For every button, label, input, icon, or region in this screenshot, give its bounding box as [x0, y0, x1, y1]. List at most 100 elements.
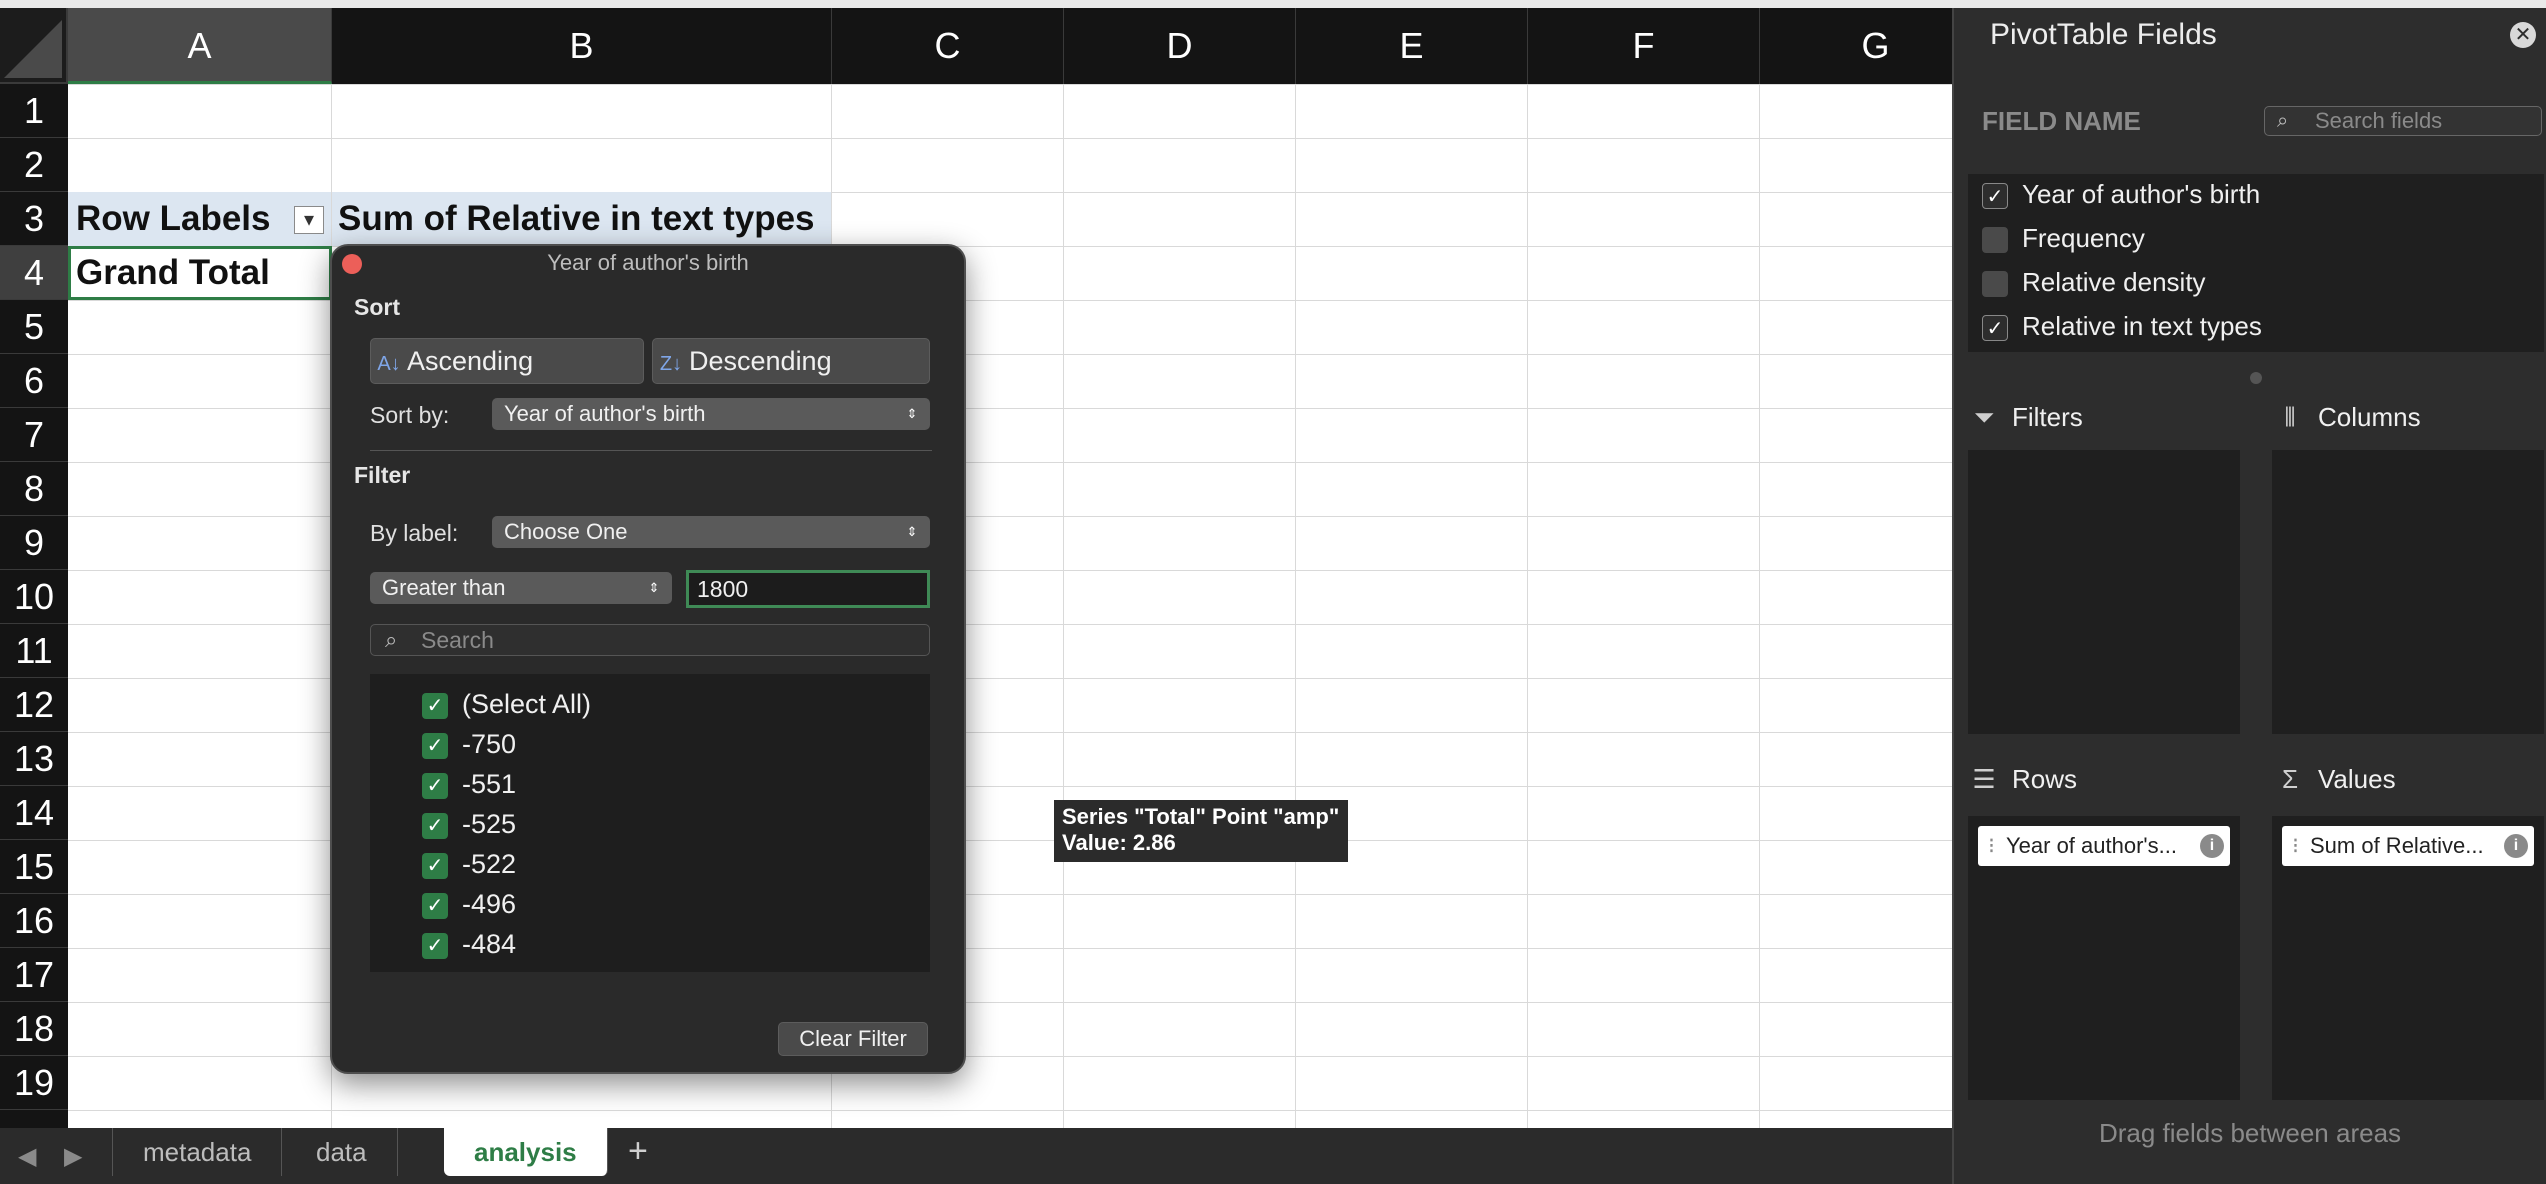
checkbox-checked-icon[interactable]: ✓: [1982, 183, 2008, 210]
row-header[interactable]: 16: [0, 894, 68, 948]
by-label-label: By label:: [370, 520, 459, 546]
checkbox-checked-icon[interactable]: ✓: [422, 932, 448, 959]
sheet-tab-metadata[interactable]: metadata: [112, 1128, 283, 1176]
row-header[interactable]: 3: [0, 192, 68, 246]
column-header-b[interactable]: B: [332, 8, 832, 84]
sort-by-select[interactable]: Year of author's birth ⇕: [492, 398, 930, 430]
condition-value-input[interactable]: 1800: [686, 570, 930, 608]
checkbox-checked-icon[interactable]: ✓: [422, 732, 448, 759]
values-label-text: Values: [2318, 764, 2396, 794]
row-header[interactable]: 15: [0, 840, 68, 894]
drag-handle-icon[interactable]: ⁝: [2292, 826, 2299, 866]
row-header[interactable]: 19: [0, 1056, 68, 1110]
window-top-strip: [0, 0, 2546, 8]
drag-handle-icon[interactable]: ⁝: [1988, 826, 1995, 866]
by-label-select[interactable]: Choose One ⇕: [492, 516, 930, 548]
row-header[interactable]: 5: [0, 300, 68, 354]
list-item[interactable]: ✓ -522: [422, 844, 516, 884]
tab-scroll-right-icon[interactable]: ▶: [64, 1142, 82, 1171]
filter-search-input[interactable]: ⌕ Search: [370, 624, 930, 656]
tab-scroll-left-icon[interactable]: ◀: [18, 1142, 36, 1171]
checkbox-checked-icon[interactable]: ✓: [1982, 315, 2008, 342]
column-header-g[interactable]: G: [1760, 8, 1952, 84]
funnel-icon: ⏷: [1973, 402, 1995, 432]
cell-a4-grand-total[interactable]: Grand Total: [76, 253, 270, 293]
condition-select[interactable]: Greater than ⇕: [370, 572, 672, 604]
list-item[interactable]: ✓ -525: [422, 804, 516, 844]
checkbox-checked-icon[interactable]: ✓: [422, 852, 448, 879]
filter-section-label: Filter: [354, 462, 411, 488]
row-header[interactable]: 12: [0, 678, 68, 732]
columns-drop-area[interactable]: [2272, 450, 2544, 734]
list-item[interactable]: ✓ -496: [422, 884, 516, 924]
row-header[interactable]: 9: [0, 516, 68, 570]
rows-field-chip[interactable]: ⁝ Year of author's... i: [1978, 826, 2230, 866]
select-all-corner[interactable]: [0, 8, 68, 84]
add-sheet-button[interactable]: +: [628, 1132, 648, 1171]
pane-title: PivotTable Fields: [1990, 18, 2217, 51]
filter-values-list[interactable]: ✓ (Select All) ✓ -750 ✓ -551 ✓ -525 ✓ -522 ✓ -…: [370, 674, 930, 972]
row-header[interactable]: 2: [0, 138, 68, 192]
info-icon[interactable]: i: [2504, 834, 2528, 858]
sheet-tab-bar: ◀ ▶ metadata data analysis +: [0, 1128, 1952, 1184]
ascending-label: Ascending: [407, 346, 534, 376]
cell-b3-value-header[interactable]: Sum of Relative in text types: [338, 199, 815, 239]
values-field-chip[interactable]: ⁝ Sum of Relative... i: [2282, 826, 2534, 866]
search-icon: ⌕: [2277, 110, 2289, 132]
columns-area-label: ⦀ Columns: [2272, 402, 2420, 434]
sort-descending-button[interactable]: Z↓ Descending: [652, 338, 930, 384]
checkbox-unchecked-icon[interactable]: [1982, 271, 2008, 298]
list-item-label: -496: [462, 889, 517, 919]
sheet-tab-data[interactable]: data: [286, 1128, 398, 1176]
row-header[interactable]: 17: [0, 948, 68, 1002]
list-item[interactable]: ✓ (Select All): [422, 684, 591, 724]
row-header[interactable]: 14: [0, 786, 68, 840]
list-item[interactable]: ✓ -484: [422, 924, 516, 964]
popup-title: Year of author's birth: [547, 250, 749, 275]
list-item[interactable]: ✓ -750: [422, 724, 516, 764]
sheet-tab-analysis[interactable]: analysis: [444, 1128, 608, 1176]
row-labels-filter-button[interactable]: ▾: [294, 206, 324, 234]
checkbox-unchecked-icon[interactable]: [1982, 227, 2008, 254]
field-item-relative-in-text-types[interactable]: ✓ Relative in text types: [1982, 306, 2262, 346]
field-list: ✓ Year of author's birth Frequency Relati…: [1968, 174, 2544, 352]
filters-drop-area[interactable]: [1968, 450, 2240, 734]
column-header-e[interactable]: E: [1296, 8, 1528, 84]
field-item-frequency[interactable]: Frequency: [1982, 218, 2145, 258]
list-item-label: -750: [462, 729, 517, 759]
row-header[interactable]: 10: [0, 570, 68, 624]
list-item[interactable]: ✓ -551: [422, 764, 516, 804]
field-label: Year of author's birth: [2022, 179, 2261, 209]
checkbox-checked-icon[interactable]: ✓: [422, 692, 448, 719]
row-header[interactable]: 7: [0, 408, 68, 462]
condition-value: Greater than: [382, 575, 506, 600]
chevron-updown-icon: ⇕: [906, 406, 918, 421]
column-header-a[interactable]: A: [68, 8, 332, 84]
values-drop-area[interactable]: ⁝ Sum of Relative... i: [2272, 816, 2544, 1100]
search-fields-input[interactable]: ⌕ Search fields: [2264, 106, 2542, 136]
checkbox-checked-icon[interactable]: ✓: [422, 892, 448, 919]
row-header[interactable]: 13: [0, 732, 68, 786]
chevron-updown-icon: ⇕: [648, 580, 660, 595]
column-header-c[interactable]: C: [832, 8, 1064, 84]
sort-ascending-button[interactable]: A↓ Ascending: [370, 338, 644, 384]
row-header[interactable]: 6: [0, 354, 68, 408]
column-header-d[interactable]: D: [1064, 8, 1296, 84]
checkbox-checked-icon[interactable]: ✓: [422, 812, 448, 839]
checkbox-checked-icon[interactable]: ✓: [422, 772, 448, 799]
row-header[interactable]: 11: [0, 624, 68, 678]
pane-splitter-handle[interactable]: [2250, 372, 2262, 384]
rows-drop-area[interactable]: ⁝ Year of author's... i: [1968, 816, 2240, 1100]
row-header[interactable]: 4: [0, 246, 68, 300]
field-item-year-of-authors-birth[interactable]: ✓ Year of author's birth: [1982, 174, 2260, 214]
info-icon[interactable]: i: [2200, 834, 2224, 858]
field-item-relative-density[interactable]: Relative density: [1982, 262, 2206, 302]
clear-filter-button[interactable]: Clear Filter: [778, 1022, 928, 1056]
column-header-f[interactable]: F: [1528, 8, 1760, 84]
close-icon[interactable]: ✕: [2510, 22, 2536, 48]
row-header[interactable]: 18: [0, 1002, 68, 1056]
row-header[interactable]: 1: [0, 84, 68, 138]
row-headers: 1 2 3 4 5 6 7 8 9 10 11 12 13 14 15 16 1…: [0, 84, 68, 1128]
cell-a3-row-labels[interactable]: Row Labels: [76, 199, 270, 239]
row-header[interactable]: 8: [0, 462, 68, 516]
